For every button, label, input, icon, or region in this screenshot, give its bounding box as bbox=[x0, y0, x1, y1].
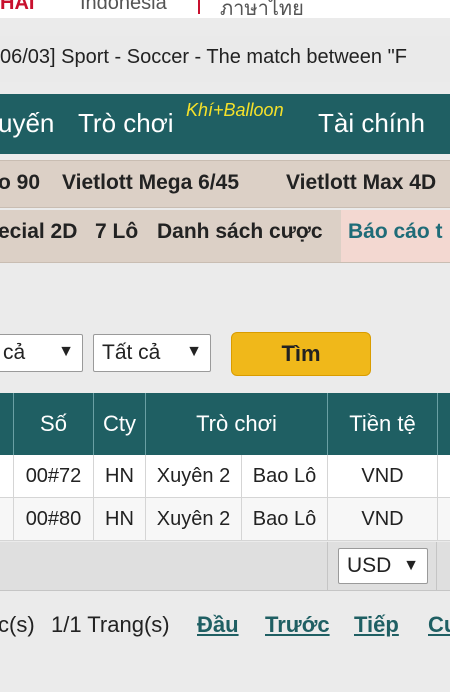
chevron-down-icon: ▼ bbox=[403, 557, 419, 574]
cell-so: 00#80 bbox=[14, 498, 94, 541]
cell-game-type: Xuyên 2 bbox=[146, 455, 242, 498]
th-cty: Cty bbox=[94, 393, 146, 455]
th-empty bbox=[0, 393, 14, 455]
page-first-link[interactable]: Đầu bbox=[197, 612, 239, 638]
th-tien-te: Tiền tệ bbox=[328, 393, 438, 455]
sub-item-7-lo[interactable]: 7 Lô bbox=[95, 220, 138, 244]
cell-cty: HN bbox=[94, 498, 146, 541]
cell-currency: VND bbox=[328, 498, 438, 541]
lottery-menu: o 90 Vietlott Mega 6/45 Vietlott Max 4D bbox=[0, 160, 450, 208]
th-tro-choi: Trò chơi bbox=[146, 393, 328, 455]
cell-game-bet: Bao Lô bbox=[242, 455, 328, 498]
filter-select-1[interactable]: cả ▼ bbox=[0, 334, 83, 372]
nav-tag-khi-balloon: Khí+Balloon bbox=[186, 100, 284, 120]
language-indonesia-link[interactable]: Indonesia bbox=[80, 0, 167, 15]
lottery-item-keno[interactable]: o 90 bbox=[0, 171, 40, 195]
record-count: c(s) bbox=[0, 612, 35, 637]
table-footer: USD ▼ bbox=[0, 542, 450, 591]
chevron-down-icon: ▼ bbox=[58, 343, 74, 360]
table-header: Số Cty Trò chơi Tiền tệ bbox=[0, 393, 450, 455]
cell-currency: VND bbox=[328, 455, 438, 498]
pagination: c(s) 1/1 Trang(s) Đầu Trước Tiếp Cu bbox=[0, 598, 450, 652]
sub-item-special-2d[interactable]: ecial 2D bbox=[0, 220, 77, 244]
page-last-link[interactable]: Cu bbox=[428, 612, 450, 638]
table-row[interactable]: 00#72 HN Xuyên 2 Bao Lô VND bbox=[0, 455, 450, 498]
lottery-item-mega-645[interactable]: Vietlott Mega 6/45 bbox=[62, 171, 239, 195]
th-so: Số bbox=[14, 393, 94, 455]
language-separator bbox=[198, 0, 200, 14]
cell-game-type: Xuyên 2 bbox=[146, 498, 242, 541]
logo-fragment: HAI bbox=[0, 0, 35, 14]
table-row[interactable]: 00#80 HN Xuyên 2 Bao Lô VND bbox=[0, 498, 450, 541]
sub-item-bao-cao[interactable]: Báo cáo t bbox=[348, 220, 443, 244]
page-next-link[interactable]: Tiếp bbox=[354, 612, 399, 638]
chevron-down-icon: ▼ bbox=[186, 343, 202, 360]
ticker-text: 06/03] Sport - Soccer - The match betwee… bbox=[0, 46, 407, 68]
filter-select-2[interactable]: Tất cả ▼ bbox=[93, 334, 211, 372]
cell-cty: HN bbox=[94, 455, 146, 498]
sub-item-danh-sach-cuoc[interactable]: Danh sách cược bbox=[157, 220, 323, 244]
page-count: 1/1 Trang(s) bbox=[51, 612, 170, 637]
cell-game-bet: Bao Lô bbox=[242, 498, 328, 541]
nav-item-tro-choi[interactable]: Trò chơi bbox=[78, 108, 174, 139]
nav-item-truc-tuyen[interactable]: uyến bbox=[0, 108, 54, 139]
page-prev-link[interactable]: Trước bbox=[265, 612, 330, 638]
sub-menu: ecial 2D 7 Lô Danh sách cược Báo cáo t bbox=[0, 210, 450, 263]
lottery-item-max-4d[interactable]: Vietlott Max 4D bbox=[286, 171, 436, 195]
currency-select[interactable]: USD ▼ bbox=[338, 548, 428, 584]
cell-so: 00#72 bbox=[14, 455, 94, 498]
news-ticker[interactable]: 06/03] Sport - Soccer - The match betwee… bbox=[0, 36, 450, 82]
language-thai-link[interactable]: ภาษาไทย bbox=[220, 0, 304, 24]
nav-item-tai-chinh[interactable]: Tài chính bbox=[318, 108, 425, 139]
search-button[interactable]: Tìm bbox=[231, 332, 371, 376]
th-overflow bbox=[438, 393, 450, 455]
